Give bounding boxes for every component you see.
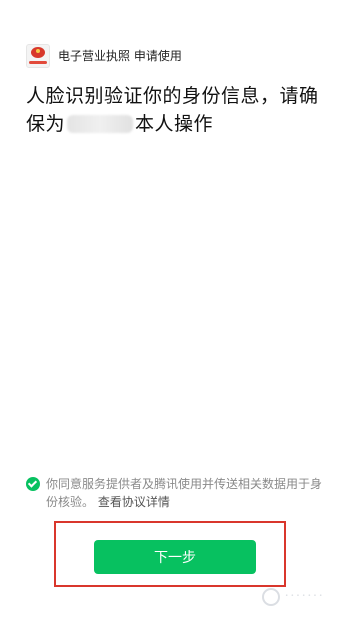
title-line-1: 人脸识别验证你的身份信息，请确 <box>26 85 319 107</box>
app-logo-icon <box>26 44 50 68</box>
app-name: 电子营业执照 申请使用 <box>58 49 182 63</box>
redacted-name <box>67 115 134 133</box>
emblem-icon <box>31 47 45 58</box>
title-prefix: 保为 <box>26 113 66 135</box>
consent-text: 你同意服务提供者及腾讯使用并传送相关数据用于身份核验。 查看协议详情 <box>46 475 326 511</box>
watermark-text: ······· <box>284 589 324 604</box>
checkmark-icon[interactable] <box>26 477 40 491</box>
consent-row: 你同意服务提供者及腾讯使用并传送相关数据用于身份核验。 查看协议详情 <box>26 475 326 511</box>
wechat-face-verify-page: 电子营业执照 申请使用 人脸识别验证你的身份信息，请确 保为 本人操作 你同意服… <box>0 0 348 624</box>
next-step-button[interactable]: 下一步 <box>94 540 256 574</box>
watermark-logo-icon <box>262 588 281 606</box>
app-header: 电子营业执照 申请使用 <box>26 44 182 68</box>
page-title: 人脸识别验证你的身份信息，请确 保为 本人操作 <box>26 82 326 138</box>
view-agreement-link[interactable]: 查看协议详情 <box>98 495 170 509</box>
watermark: ······· <box>262 588 324 606</box>
title-line-2: 保为 本人操作 <box>26 110 326 138</box>
title-suffix: 本人操作 <box>135 113 214 135</box>
logo-bar <box>29 61 47 64</box>
consent-statement: 你同意服务提供者及腾讯使用并传送相关数据用于身份核验。 <box>46 477 323 509</box>
